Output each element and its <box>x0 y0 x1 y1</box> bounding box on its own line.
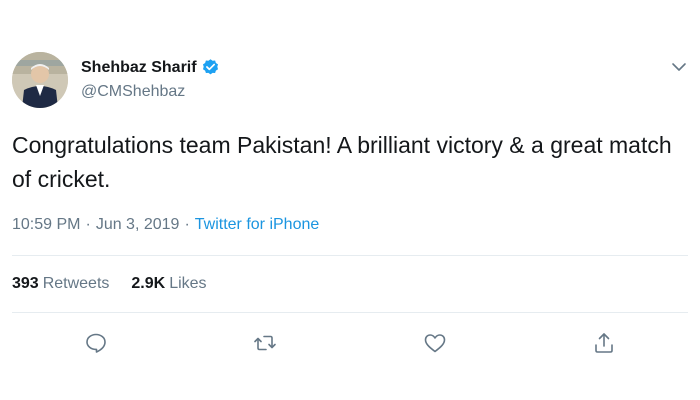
meta-separator: · <box>85 216 91 233</box>
likes-stat[interactable]: 2.9K Likes <box>131 275 206 293</box>
author-name-row[interactable]: Shehbaz Sharif <box>81 58 220 77</box>
avatar-image <box>12 52 68 108</box>
tweet-time[interactable]: 10:59 PM <box>12 216 80 234</box>
tweet-card: Shehbaz Sharif @CMShehbaz Congratulation… <box>0 0 700 400</box>
retweet-button[interactable] <box>253 331 277 355</box>
divider <box>12 255 688 256</box>
divider <box>12 312 688 313</box>
retweet-icon <box>254 335 276 351</box>
verified-badge-icon <box>201 58 220 77</box>
tweet-stats: 393 Retweets 2.9K Likes <box>12 275 207 293</box>
tweet-date[interactable]: Jun 3, 2019 <box>96 216 180 234</box>
retweets-label: Retweets <box>42 275 110 292</box>
chevron-down-icon[interactable] <box>670 58 688 76</box>
avatar[interactable] <box>12 52 68 108</box>
likes-label: Likes <box>169 275 207 292</box>
tweet-text: Congratulations team Pakistan! A brillia… <box>12 132 672 192</box>
share-button[interactable] <box>592 331 616 355</box>
reply-button[interactable] <box>84 331 108 355</box>
share-icon <box>595 333 613 353</box>
meta-separator: · <box>184 216 190 233</box>
author-handle[interactable]: @CMShehbaz <box>81 83 185 101</box>
heart-icon <box>424 334 446 353</box>
tweet-source-link[interactable]: Twitter for iPhone <box>195 216 320 234</box>
reply-icon <box>86 333 106 353</box>
tweet-meta: 10:59 PM · Jun 3, 2019 · Twitter for iPh… <box>12 216 319 234</box>
like-button[interactable] <box>423 331 447 355</box>
author-display-name[interactable]: Shehbaz Sharif <box>81 59 197 77</box>
retweets-count: 393 <box>12 275 39 292</box>
retweets-stat[interactable]: 393 Retweets <box>12 275 109 293</box>
likes-count: 2.9K <box>131 275 166 292</box>
